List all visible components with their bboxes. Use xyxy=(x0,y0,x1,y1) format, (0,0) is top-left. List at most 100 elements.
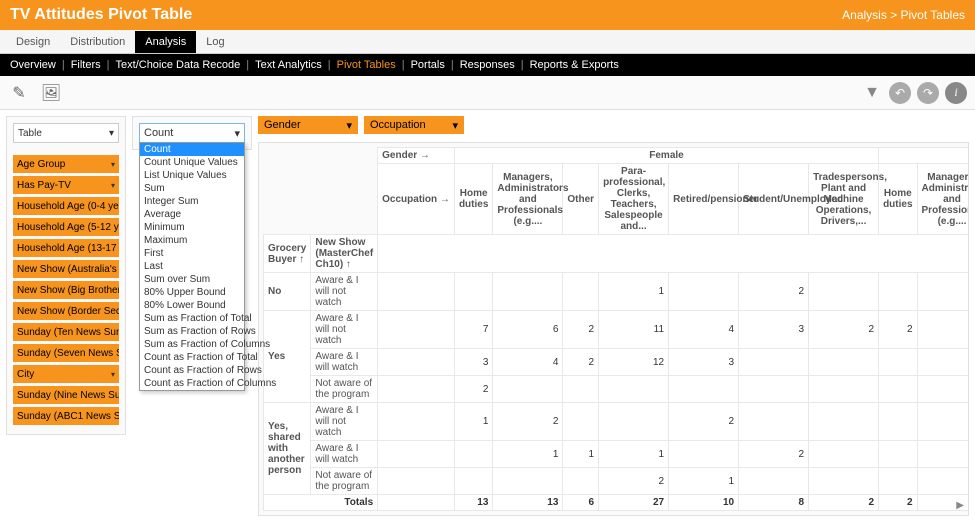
aggregator-option[interactable]: Count xyxy=(140,143,244,156)
aggregator-option[interactable]: Integer Sum xyxy=(140,195,244,208)
data-cell xyxy=(879,273,917,311)
data-cell: 2 xyxy=(809,311,879,349)
data-cell: 2 xyxy=(739,273,809,311)
redo-icon[interactable]: ↷ xyxy=(917,82,939,104)
aggregator-option[interactable]: Maximum xyxy=(140,234,244,247)
data-cell xyxy=(739,349,809,376)
sidebar-fields: Table▾ Age Group▾ Has Pay-TV▾ Household Ag… xyxy=(6,116,126,435)
subnav-overview[interactable]: Overview xyxy=(10,59,56,71)
chevron-down-icon: ▾ xyxy=(111,370,115,379)
info-icon[interactable]: i xyxy=(945,82,967,104)
field-pill[interactable]: Has Pay-TV▾ xyxy=(13,176,119,194)
subnav-text-choice-data-recode[interactable]: Text/Choice Data Recode xyxy=(116,59,241,71)
aggregator-option[interactable]: Count as Fraction of Total xyxy=(140,351,244,364)
aggregator-option[interactable]: Count as Fraction of Rows xyxy=(140,364,244,377)
col-header: Managers, Administrators and Professiona… xyxy=(493,164,563,235)
data-cell xyxy=(563,376,599,403)
field-pill-label: Sunday (Ten News Sunday Ch xyxy=(17,327,119,338)
aggregator-option[interactable]: Sum as Fraction of Columns xyxy=(140,338,244,351)
data-cell xyxy=(599,403,669,441)
field-pill[interactable]: Sunday (Ten News Sunday Ch▾ xyxy=(13,323,119,341)
subnav-pivot-tables[interactable]: Pivot Tables xyxy=(337,59,396,71)
field-pill[interactable]: Age Group▾ xyxy=(13,155,119,173)
chevron-down-icon: ▾ xyxy=(111,181,115,190)
totals-cell: 13 xyxy=(493,495,563,511)
tab-distribution[interactable]: Distribution xyxy=(60,31,135,53)
column-pill[interactable]: Occupation▾ xyxy=(364,116,464,134)
picture-icon[interactable]: 🖼 xyxy=(40,82,62,104)
data-cell xyxy=(669,441,739,468)
data-cell xyxy=(454,273,492,311)
aggregator-option[interactable]: Sum as Fraction of Rows xyxy=(140,325,244,338)
field-pill[interactable]: New Show (Big Brother Ch9)▾ xyxy=(13,281,119,299)
aggregator-option[interactable]: 80% Upper Bound xyxy=(140,286,244,299)
data-cell: 4 xyxy=(493,349,563,376)
column-pill[interactable]: Gender▾ xyxy=(258,116,358,134)
field-pill[interactable]: New Show (Australia's Got Tal▾ xyxy=(13,260,119,278)
subnav-portals[interactable]: Portals xyxy=(411,59,445,71)
data-cell xyxy=(739,468,809,495)
toolbar: ✎ 🖼 ▼ ↶ ↷ i xyxy=(0,76,975,110)
aggregator-option[interactable]: Sum over Sum xyxy=(140,273,244,286)
subnav-reports-exports[interactable]: Reports & Exports xyxy=(530,59,619,71)
field-pill-label: Sunday (Nine News Sunday C) xyxy=(17,390,119,401)
view-type-select[interactable]: Table▾ xyxy=(13,123,119,143)
field-pill[interactable]: Sunday (Nine News Sunday C)▾ xyxy=(13,386,119,404)
pivot-table: Gender →FemaleMaleOccupation →Home dutie… xyxy=(263,147,969,511)
aggregator-option[interactable]: List Unique Values xyxy=(140,169,244,182)
data-cell: 2 xyxy=(739,441,809,468)
aggregator-panel: Count▾ CountCount Unique ValuesList Uniq… xyxy=(132,116,252,150)
data-cell: 3 xyxy=(917,403,969,441)
data-cell xyxy=(493,273,563,311)
data-cell: 1 xyxy=(599,441,669,468)
data-cell: 4 xyxy=(917,441,969,468)
chevron-down-icon: ▾ xyxy=(452,119,458,132)
field-pill[interactable]: Sunday (ABC1 News Sunday /▾ xyxy=(13,407,119,425)
aggregator-option[interactable]: Count as Fraction of Columns xyxy=(140,377,244,390)
aggregator-dropdown[interactable]: CountCount Unique ValuesList Unique Valu… xyxy=(139,142,245,391)
tab-log[interactable]: Log xyxy=(196,31,234,53)
chevron-down-icon: ▾ xyxy=(234,127,240,140)
aggregator-option[interactable]: Count Unique Values xyxy=(140,156,244,169)
row-label: Aware & I will not watch xyxy=(311,311,378,349)
tab-design[interactable]: Design xyxy=(6,31,60,53)
field-pill[interactable]: Sunday (Seven News Sunday▾ xyxy=(13,344,119,362)
field-pill-label: New Show (Big Brother Ch9) xyxy=(17,285,119,296)
field-pill[interactable]: Household Age (0-4 years of a▾ xyxy=(13,197,119,215)
subnav-responses[interactable]: Responses xyxy=(460,59,515,71)
field-pill[interactable]: New Show (Border Security Ch▾ xyxy=(13,302,119,320)
subnav-text-analytics[interactable]: Text Analytics xyxy=(255,59,322,71)
pivot-table-container[interactable]: Gender →FemaleMaleOccupation →Home dutie… xyxy=(258,142,969,516)
field-pill[interactable]: Household Age (5-12 years of▾ xyxy=(13,218,119,236)
data-cell: 2 xyxy=(879,311,917,349)
aggregator-option[interactable]: Minimum xyxy=(140,221,244,234)
data-cell xyxy=(563,468,599,495)
field-pill[interactable]: City▾ xyxy=(13,365,119,383)
pencil-icon[interactable]: ✎ xyxy=(8,82,30,104)
field-pill[interactable]: Household Age (13-17 years o▾ xyxy=(13,239,119,257)
aggregator-option[interactable]: Last xyxy=(140,260,244,273)
tab-analysis[interactable]: Analysis xyxy=(135,31,196,53)
data-cell: 2 xyxy=(669,403,739,441)
chevron-down-icon: ▾ xyxy=(109,128,114,139)
subnav-filters[interactable]: Filters xyxy=(71,59,101,71)
filter-icon[interactable]: ▼ xyxy=(861,82,883,104)
aggregator-select[interactable]: Count▾ xyxy=(139,123,245,143)
aggregator-option[interactable]: Average xyxy=(140,208,244,221)
data-cell: 2 xyxy=(493,403,563,441)
data-cell xyxy=(454,468,492,495)
aggregator-option[interactable]: 80% Lower Bound xyxy=(140,299,244,312)
undo-icon[interactable]: ↶ xyxy=(889,82,911,104)
breadcrumb[interactable]: Analysis > Pivot Tables xyxy=(842,8,965,22)
data-cell xyxy=(809,403,879,441)
data-cell: 3 xyxy=(454,349,492,376)
data-cell xyxy=(739,376,809,403)
data-cell xyxy=(879,441,917,468)
data-cell xyxy=(809,441,879,468)
totals-cell: 13 xyxy=(454,495,492,511)
scroll-right-icon[interactable]: ▶ xyxy=(956,500,964,511)
aggregator-option[interactable]: First xyxy=(140,247,244,260)
data-cell: 1 xyxy=(563,441,599,468)
aggregator-option[interactable]: Sum as Fraction of Total xyxy=(140,312,244,325)
aggregator-option[interactable]: Sum xyxy=(140,182,244,195)
